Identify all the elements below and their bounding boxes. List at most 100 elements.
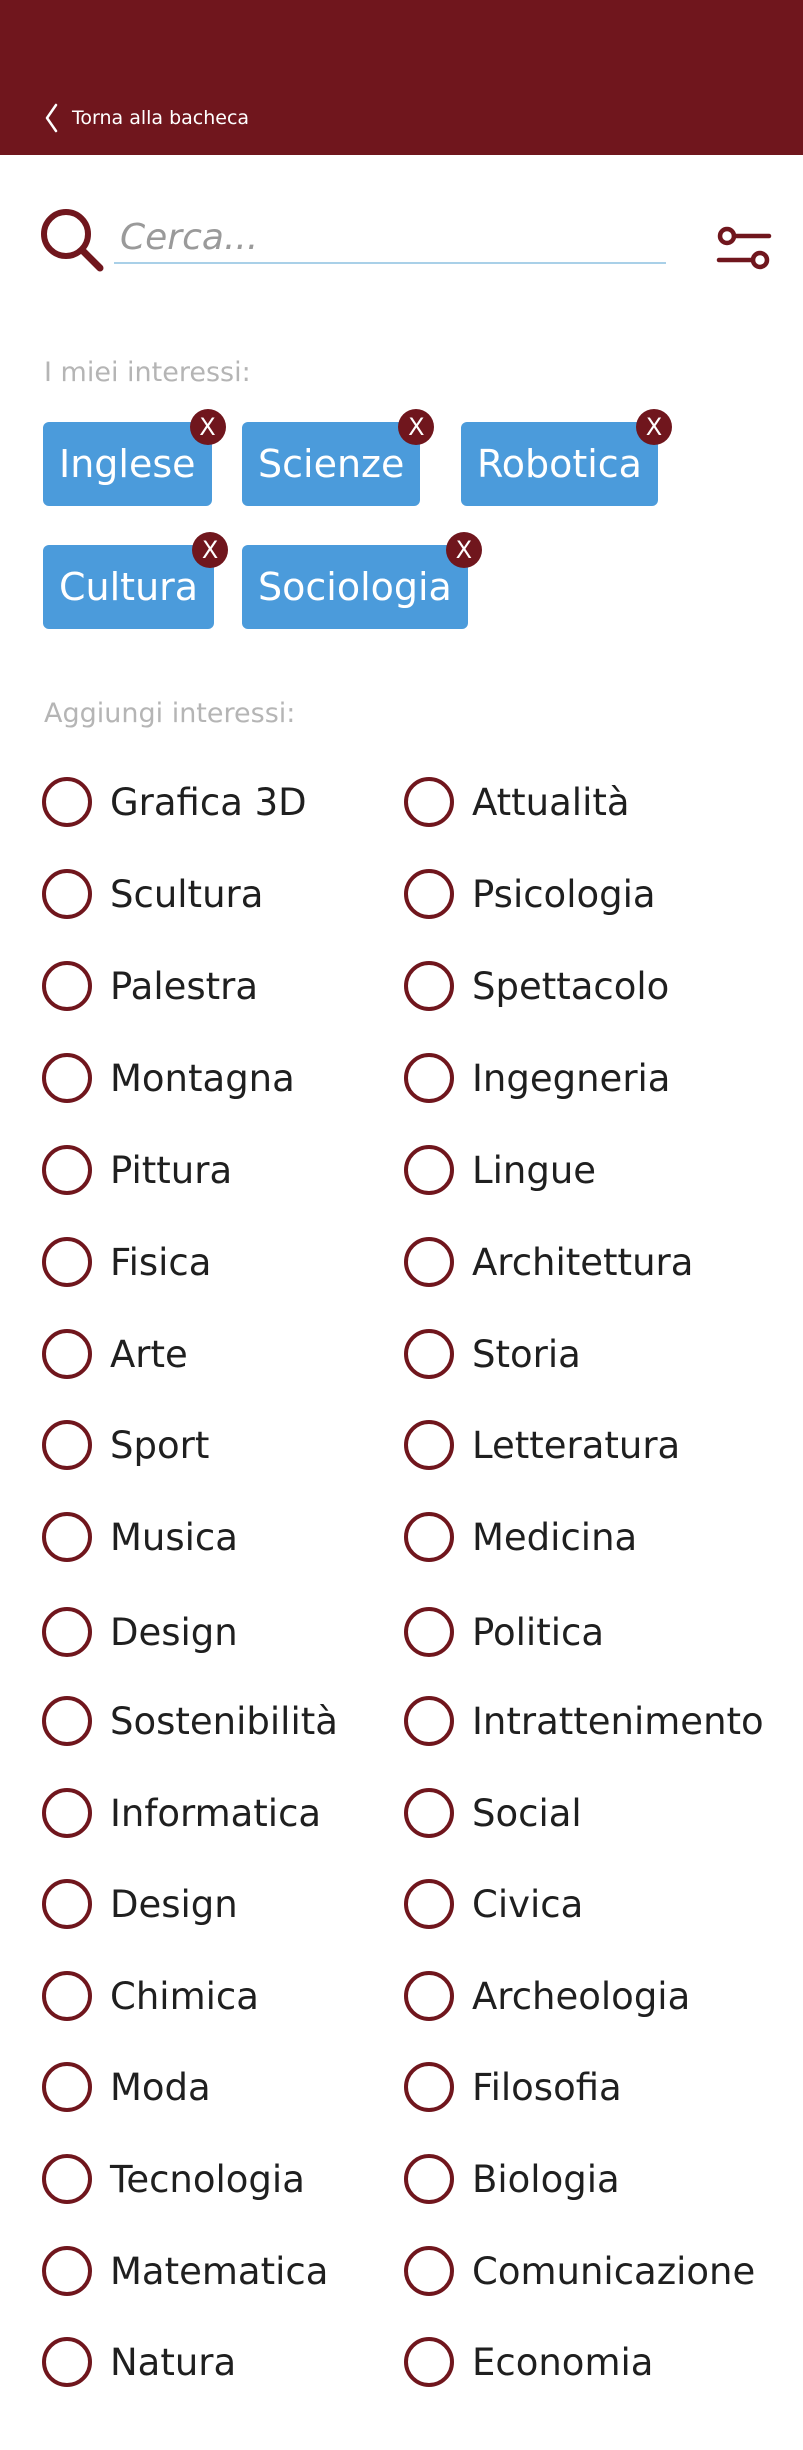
interest-option-label: Pittura	[110, 1148, 233, 1192]
radio-button[interactable]	[404, 1696, 454, 1746]
interest-option[interactable]: Attualità	[404, 772, 630, 832]
radio-button[interactable]	[42, 1607, 92, 1657]
interest-option[interactable]: Montagna	[42, 1048, 295, 1108]
radio-button[interactable]	[404, 777, 454, 827]
radio-button[interactable]	[42, 869, 92, 919]
interest-option[interactable]: Spettacolo	[404, 956, 669, 1016]
radio-button[interactable]	[42, 1512, 92, 1562]
radio-button[interactable]	[404, 2062, 454, 2112]
radio-button[interactable]	[404, 1971, 454, 2021]
interest-option-label: Economia	[472, 2340, 654, 2384]
radio-button[interactable]	[404, 869, 454, 919]
interest-option-label: Informatica	[110, 1791, 322, 1835]
interest-option[interactable]: Biologia	[404, 2149, 620, 2209]
interest-option[interactable]: Letteratura	[404, 1415, 680, 1475]
interest-option[interactable]: Politica	[404, 1602, 604, 1662]
radio-button[interactable]	[404, 2246, 454, 2296]
radio-button[interactable]	[42, 2062, 92, 2112]
back-button[interactable]: Torna alla bacheca	[44, 100, 249, 136]
interest-option[interactable]: Comunicazione	[404, 2241, 755, 2301]
interest-option-label: Grafica 3D	[110, 780, 307, 824]
interest-option[interactable]: Design	[42, 1874, 238, 1934]
interest-option[interactable]: Intrattenimento	[404, 1691, 764, 1751]
interest-option[interactable]: Filosofia	[404, 2057, 622, 2117]
search-input[interactable]	[114, 212, 666, 264]
remove-interest-button[interactable]: X	[445, 532, 482, 568]
interest-option[interactable]: Sostenibilità	[42, 1691, 338, 1751]
interest-option[interactable]: Ingegneria	[404, 1048, 670, 1108]
radio-button[interactable]	[42, 2337, 92, 2387]
radio-button[interactable]	[404, 1879, 454, 1929]
interest-option-label: Montagna	[110, 1056, 295, 1100]
radio-button[interactable]	[404, 2337, 454, 2387]
interest-option[interactable]: Pittura	[42, 1140, 232, 1200]
interest-option[interactable]: Informatica	[42, 1783, 321, 1843]
interest-option[interactable]: Design	[42, 1602, 238, 1662]
radio-button[interactable]	[404, 1420, 454, 1470]
interest-option[interactable]: Moda	[42, 2057, 211, 2117]
radio-button[interactable]	[404, 1145, 454, 1195]
interest-option-label: Arte	[110, 1332, 188, 1376]
interest-chip-label: Inglese	[59, 442, 196, 486]
radio-button[interactable]	[42, 961, 92, 1011]
interest-option-label: Lingue	[472, 1148, 597, 1192]
radio-button[interactable]	[404, 2154, 454, 2204]
radio-button[interactable]	[42, 1329, 92, 1379]
interest-option[interactable]: Chimica	[42, 1966, 259, 2026]
interest-option[interactable]: Natura	[42, 2332, 236, 2392]
radio-button[interactable]	[404, 1512, 454, 1562]
interest-chip: Scienze X	[242, 409, 435, 506]
interest-option[interactable]: Social	[404, 1783, 582, 1843]
interest-option[interactable]: Sport	[42, 1415, 209, 1475]
interest-option-label: Ingegneria	[472, 1056, 671, 1100]
radio-button[interactable]	[404, 1607, 454, 1657]
radio-button[interactable]	[42, 2154, 92, 2204]
radio-button[interactable]	[42, 1696, 92, 1746]
interest-option[interactable]: Arte	[42, 1324, 188, 1384]
interest-option[interactable]: Psicologia	[404, 864, 656, 924]
interest-option[interactable]: Storia	[404, 1324, 581, 1384]
remove-interest-button[interactable]: X	[398, 409, 435, 445]
radio-button[interactable]	[404, 1237, 454, 1287]
interest-option[interactable]: Lingue	[404, 1140, 596, 1200]
interest-option[interactable]: Grafica 3D	[42, 772, 307, 832]
radio-button[interactable]	[42, 777, 92, 827]
radio-button[interactable]	[42, 1971, 92, 2021]
radio-button[interactable]	[404, 961, 454, 1011]
interest-option[interactable]: Musica	[42, 1507, 238, 1567]
radio-button[interactable]	[42, 1237, 92, 1287]
interest-option[interactable]: Palestra	[42, 956, 258, 1016]
interest-option-label: Matematica	[110, 2249, 329, 2293]
filter-icon[interactable]	[716, 226, 772, 272]
radio-button[interactable]	[42, 1145, 92, 1195]
remove-interest-button[interactable]: X	[192, 532, 229, 568]
interest-option[interactable]: Archeologia	[404, 1966, 690, 2026]
radio-button[interactable]	[404, 1053, 454, 1103]
radio-button[interactable]	[42, 2246, 92, 2296]
interest-option[interactable]: Civica	[404, 1874, 583, 1934]
interest-option[interactable]: Medicina	[404, 1507, 637, 1567]
interest-option[interactable]: Economia	[404, 2332, 653, 2392]
add-interests-heading: Aggiungi interessi:	[44, 698, 296, 729]
interest-option[interactable]: Tecnologia	[42, 2149, 305, 2209]
app-header: Torna alla bacheca	[0, 0, 803, 155]
radio-button[interactable]	[404, 1788, 454, 1838]
radio-button[interactable]	[404, 1329, 454, 1379]
interest-option-label: Palestra	[110, 964, 259, 1008]
interest-option-label: Filosofia	[472, 2065, 622, 2109]
remove-interest-button[interactable]: X	[635, 409, 672, 445]
interest-option-label: Musica	[110, 1515, 238, 1559]
interest-option[interactable]: Scultura	[42, 864, 263, 924]
interest-option-label: Civica	[472, 1882, 584, 1926]
radio-button[interactable]	[42, 1879, 92, 1929]
interest-option-label: Design	[110, 1610, 238, 1654]
interest-option-label: Politica	[472, 1610, 604, 1654]
interest-option[interactable]: Fisica	[42, 1232, 211, 1292]
radio-button[interactable]	[42, 1053, 92, 1103]
radio-button[interactable]	[42, 1420, 92, 1470]
radio-button[interactable]	[42, 1788, 92, 1838]
interest-option[interactable]: Architettura	[404, 1232, 693, 1292]
interest-option[interactable]: Matematica	[42, 2241, 328, 2301]
remove-interest-button[interactable]: X	[189, 409, 226, 445]
interest-chip: Inglese X	[43, 409, 226, 506]
